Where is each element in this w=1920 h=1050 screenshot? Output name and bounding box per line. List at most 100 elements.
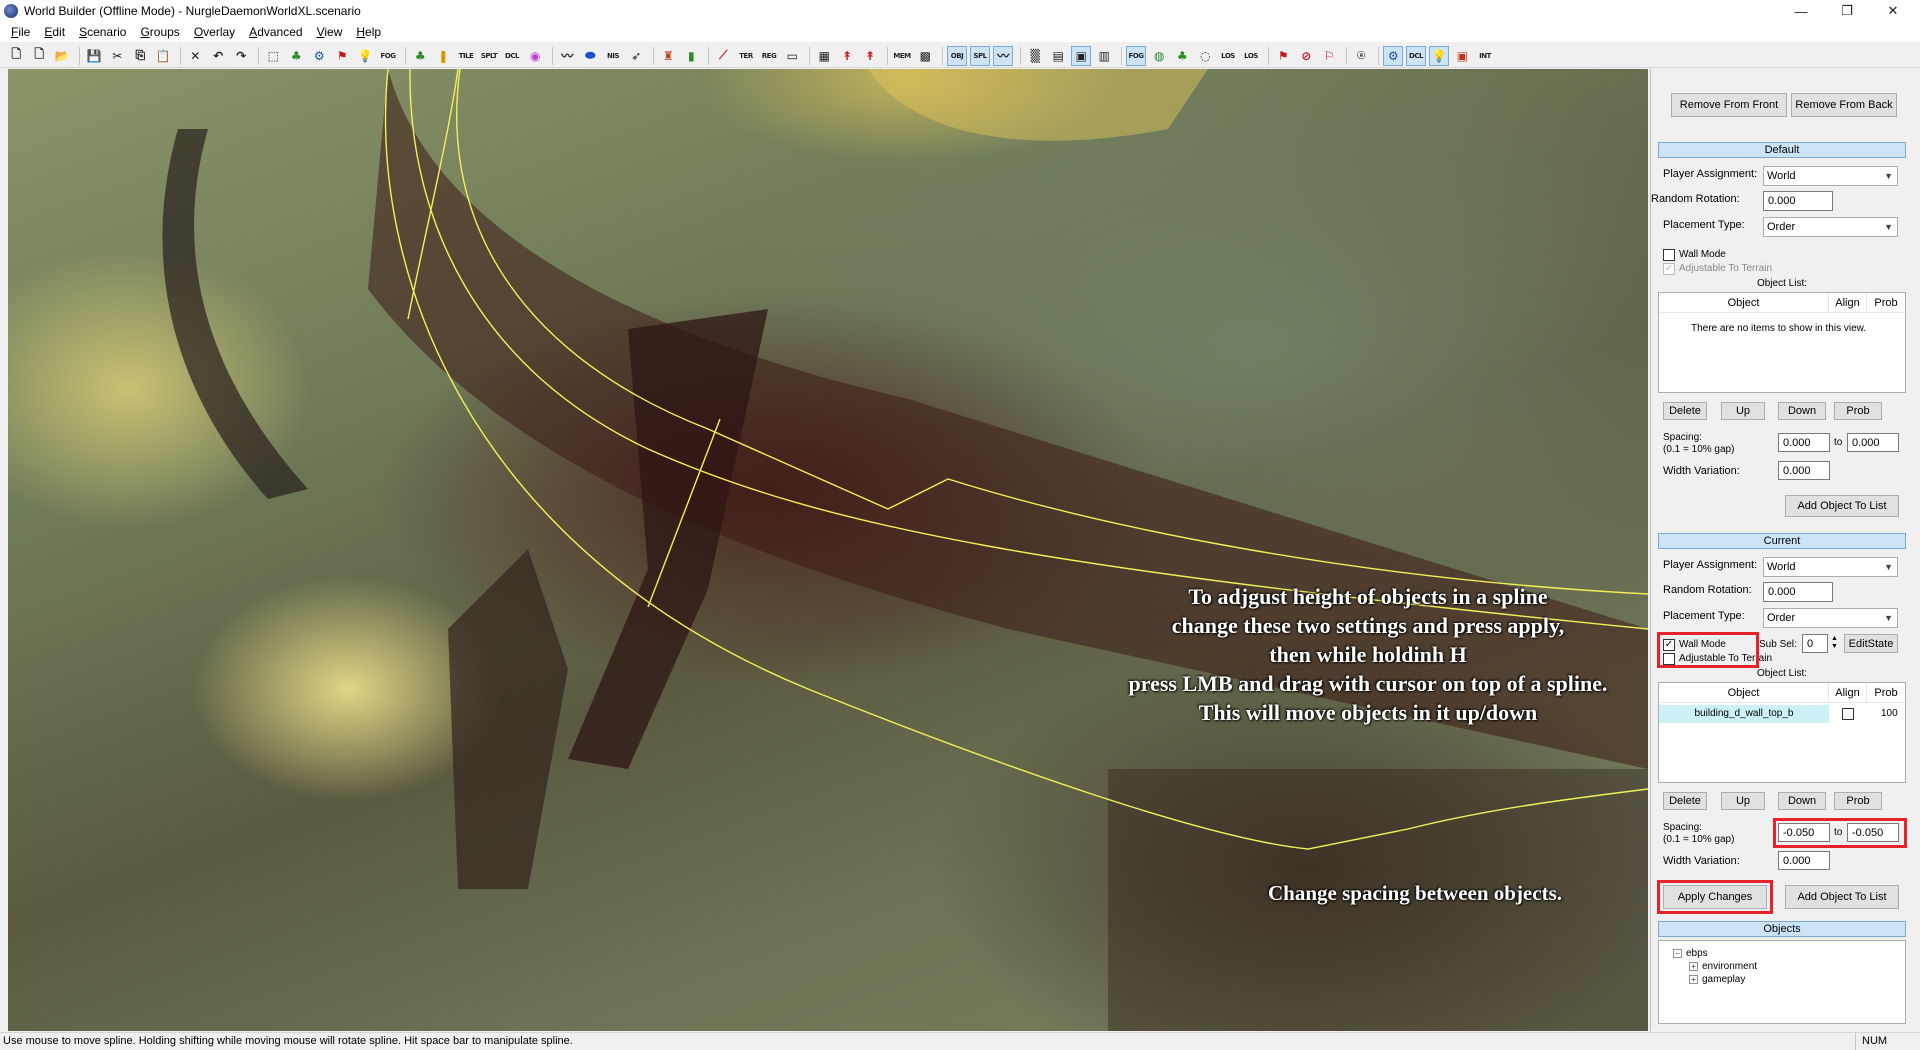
default-wall-mode-checkbox[interactable] [1663,249,1675,261]
default-random-rotation-field[interactable]: 0.000 [1763,191,1833,211]
current-up-button[interactable]: Up [1721,792,1765,810]
default-placement-type-select[interactable]: Order ▼ [1763,217,1898,237]
gear-overlay-icon[interactable]: ⚙ [1383,45,1403,66]
objects-tool-icon[interactable]: ♜ [658,46,678,66]
text-tool-icon[interactable]: ⓐ [1351,46,1371,66]
flag-alt-icon[interactable]: ⚐ [1319,46,1339,66]
new-document-icon[interactable]: 🗋 [29,46,49,66]
sub-sel-spinner-icon[interactable]: ▲ ▼ [1831,635,1838,651]
tree-overlay-icon[interactable]: ♣ [1172,46,1192,66]
menu-edit[interactable]: Edit [37,25,72,39]
current-object-list[interactable]: Object Align Prob building_d_wall_top_b … [1658,682,1906,783]
fog-tool-icon[interactable]: FOG [378,46,398,66]
default-delete-button[interactable]: Delete [1663,402,1707,420]
cut-icon[interactable]: ✂ [107,46,127,66]
edit-state-button[interactable]: EditState [1844,634,1898,653]
terrain-tool-icon[interactable]: TER [736,46,756,66]
column-align[interactable]: Align [1829,293,1867,313]
tile-tool-icon[interactable]: TILE [456,46,476,66]
tree-icon[interactable]: ♣ [410,46,430,66]
memory-tool-icon[interactable]: MEM [892,46,912,66]
map-tool-icon[interactable]: ▩ [915,46,935,66]
menu-view[interactable]: View [310,25,350,39]
spline-draw-icon[interactable]: ⟋ [713,46,733,66]
tree-tool-icon[interactable]: ♣ [286,46,306,66]
sub-sel-field[interactable]: 0 [1802,634,1828,653]
column-align[interactable]: Align [1829,683,1867,703]
table-row[interactable]: building_d_wall_top_b 100 [1659,705,1905,723]
current-player-assignment-select[interactable]: World ▼ [1763,557,1898,577]
close-button[interactable]: ✕ [1870,0,1916,22]
menu-scenario[interactable]: Scenario [72,25,133,39]
current-delete-button[interactable]: Delete [1663,792,1707,810]
redo-icon[interactable]: ↷ [231,46,251,66]
menu-advanced[interactable]: Advanced [242,25,309,39]
new-file-icon[interactable]: 🗋 [6,46,26,66]
restore-button[interactable]: ❐ [1824,0,1870,22]
current-placement-type-select[interactable]: Order ▼ [1763,608,1898,628]
select-region-icon[interactable]: ⬚ [263,46,283,66]
region-tool-icon[interactable]: REG [759,46,779,66]
marker-alt-icon[interactable]: ↟ [860,46,880,66]
remove-from-front-button[interactable]: Remove From Front [1671,93,1787,117]
frame-icon[interactable]: ▭ [782,46,802,66]
terrain-overlay-icon[interactable]: ▤ [1048,46,1068,66]
decal-tool-icon[interactable]: DCL [502,46,522,66]
tree-node-ebps[interactable]: − ebps [1673,948,1708,959]
grid-icon[interactable]: ▦ [814,46,834,66]
tree-node-environment[interactable]: + environment [1689,961,1757,972]
remove-from-back-button[interactable]: Remove From Back [1791,93,1897,117]
menu-help[interactable]: Help [349,25,388,39]
objects-overlay-icon[interactable]: OBJ [947,45,967,66]
collapse-icon[interactable]: − [1673,949,1682,958]
default-down-button[interactable]: Down [1778,402,1826,420]
light-bulb-icon[interactable]: 💡 [355,46,375,66]
column-prob[interactable]: Prob [1867,683,1905,703]
current-down-button[interactable]: Down [1778,792,1826,810]
default-prob-button[interactable]: Prob [1834,402,1882,420]
decal-overlay-icon[interactable]: DCL [1406,45,1426,66]
paste-icon[interactable]: 📋 [153,46,173,66]
current-width-variation-field[interactable]: 0.000 [1778,851,1830,870]
tree-node-gameplay[interactable]: + gameplay [1689,974,1745,985]
delete-icon[interactable]: ✕ [185,46,205,66]
texture-overlay-icon[interactable]: ▥ [1094,46,1114,66]
default-add-object-button[interactable]: Add Object To List [1785,495,1899,517]
current-add-object-button[interactable]: Add Object To List [1785,885,1899,909]
graph-tool-icon[interactable]: ▮ [681,46,701,66]
road-tool-icon[interactable]: 〰 [557,46,577,66]
default-spacing-from-field[interactable]: 0.000 [1778,433,1830,452]
default-object-list[interactable]: Object Align Prob There are no items to … [1658,292,1906,393]
water-tool-icon[interactable]: ⬬ [580,46,600,66]
color-wheel-icon[interactable]: ◉ [525,46,545,66]
expand-icon[interactable]: + [1689,962,1698,971]
default-player-assignment-select[interactable]: World ▼ [1763,166,1898,186]
pond-icon[interactable]: ◌ [1195,46,1215,66]
column-object[interactable]: Object [1659,683,1829,703]
los-overlay-alt-icon[interactable]: LOS [1241,46,1261,66]
flag-overlay-icon[interactable]: ⚑ [1273,46,1293,66]
marker-icon[interactable]: ↟ [837,46,857,66]
objects-tree[interactable]: − ebps + environment + gameplay [1658,940,1906,1024]
open-folder-icon[interactable]: 📂 [52,46,72,66]
3d-viewport[interactable]: To adjgust height of objects in a spline… [8,69,1648,1031]
road-overlay-icon[interactable]: 〰 [993,45,1013,66]
gift-icon[interactable]: ▣ [1452,46,1472,66]
minimize-button[interactable]: — [1778,0,1824,22]
column-object[interactable]: Object [1659,293,1829,313]
save-icon[interactable]: 💾 [84,46,104,66]
undo-icon[interactable]: ↶ [208,46,228,66]
checker-icon[interactable]: ▒ [1025,46,1045,66]
column-prob[interactable]: Prob [1867,293,1905,313]
image-overlay-icon[interactable]: ▣ [1071,45,1091,66]
current-random-rotation-field[interactable]: 0.000 [1763,582,1833,602]
torch-icon[interactable]: ❚ [433,46,453,66]
expand-icon[interactable]: + [1689,975,1698,984]
nis-tool-icon[interactable]: NIS [603,46,623,66]
current-prob-button[interactable]: Prob [1834,792,1882,810]
flag-icon[interactable]: ⚑ [332,46,352,66]
globe-icon[interactable]: ◍ [1149,46,1169,66]
default-adjustable-terrain-checkbox[interactable]: ✓ [1663,263,1675,275]
row-align-checkbox[interactable] [1842,708,1854,720]
default-width-variation-field[interactable]: 0.000 [1778,461,1830,480]
